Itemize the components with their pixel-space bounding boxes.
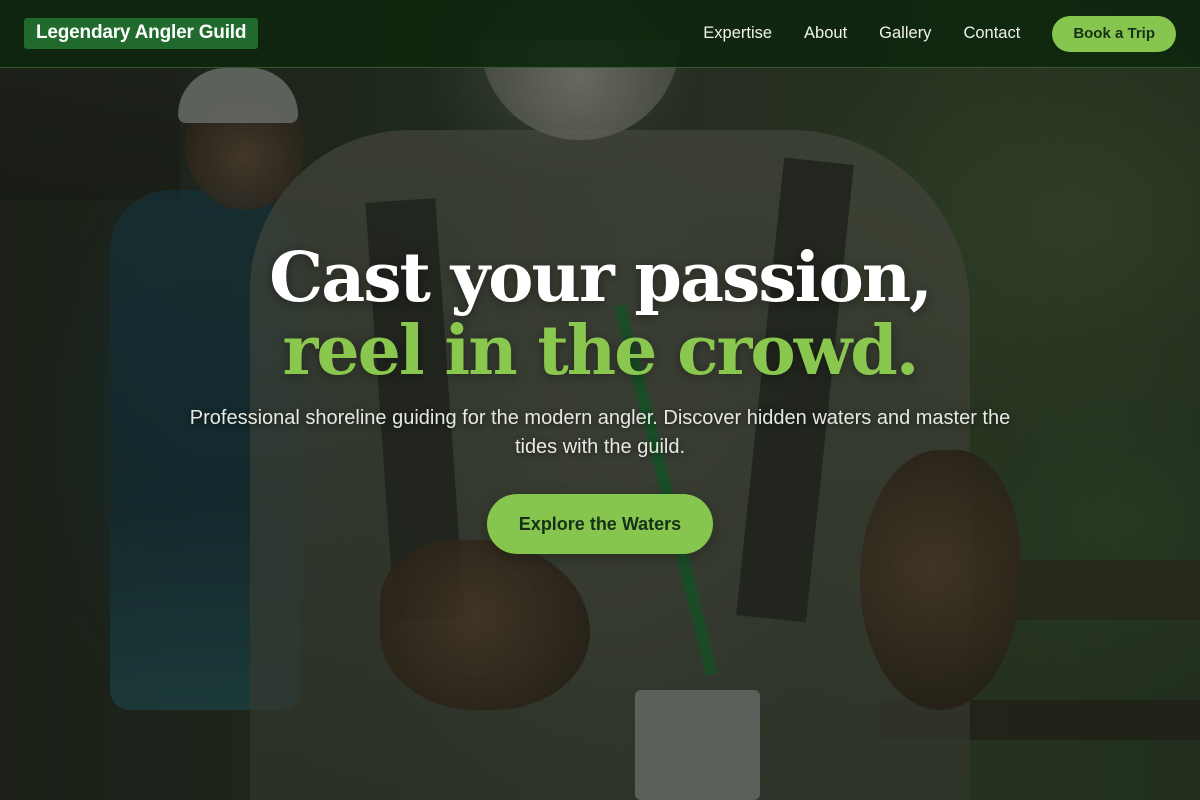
brand-logo[interactable]: Legendary Angler Guild	[24, 18, 259, 49]
nav-link-gallery[interactable]: Gallery	[879, 24, 931, 43]
nav-links: Expertise About Gallery Contact Book a T…	[671, 15, 1176, 52]
explore-waters-button[interactable]: Explore the Waters	[486, 494, 714, 554]
hero-section: Cast your passion, reel in the crowd. Pr…	[0, 240, 1200, 554]
nav-link-contact[interactable]: Contact	[963, 24, 1020, 43]
top-navbar: Legendary Angler Guild Expertise About G…	[0, 0, 1200, 68]
landing-page: Legendary Angler Guild Expertise About G…	[0, 0, 1200, 800]
hero-headline-line1: Cast your passion,	[269, 238, 933, 318]
nav-link-expertise[interactable]: Expertise	[703, 24, 772, 43]
hero-headline-line2: reel in the crowd.	[282, 311, 920, 391]
hero-subtitle: Professional shoreline guiding for the m…	[189, 407, 1011, 458]
nav-link-about[interactable]: About	[804, 24, 847, 43]
book-trip-button[interactable]: Book a Trip	[1052, 15, 1176, 52]
